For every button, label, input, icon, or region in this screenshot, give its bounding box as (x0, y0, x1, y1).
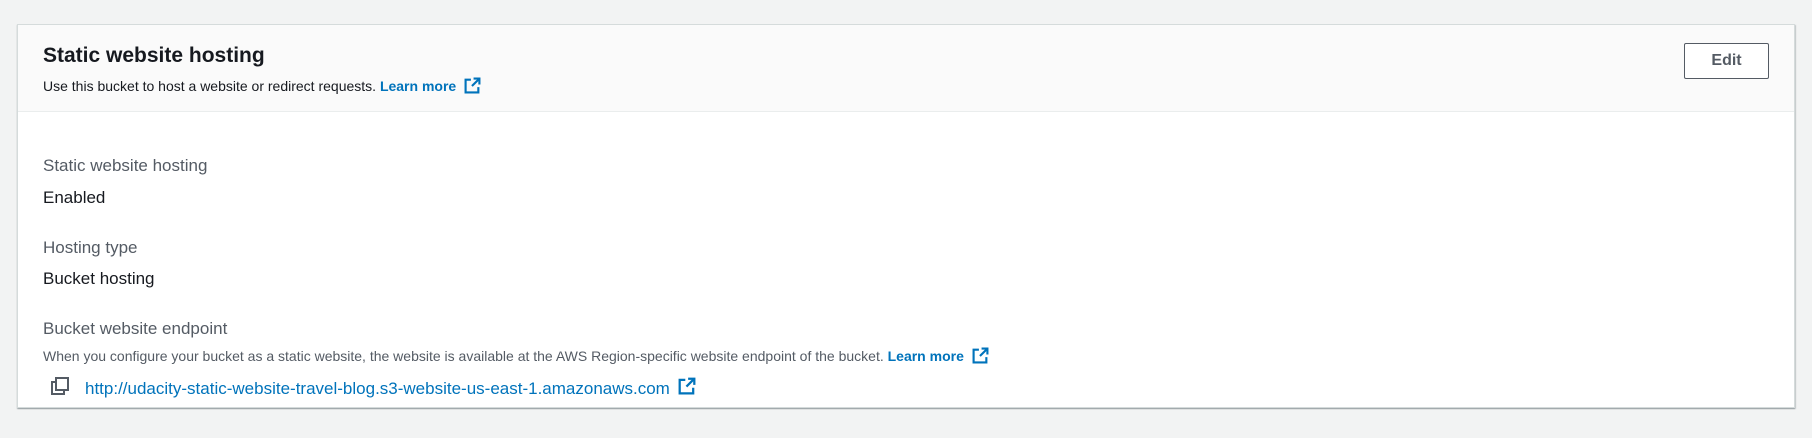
hosting-label: Static website hosting (43, 156, 208, 175)
hosting-type-label: Hosting type (43, 238, 138, 257)
hosting-value: Enabled (43, 188, 106, 207)
panel-header: Static website hosting Use this bucket t… (18, 25, 1794, 112)
endpoint-url-link[interactable]: http://udacity-static-website-travel-blo… (85, 379, 670, 399)
endpoint-label: Bucket website endpoint (43, 319, 228, 338)
endpoint-learn-more-link[interactable]: Learn more (888, 348, 964, 364)
endpoint-row: http://udacity-static-website-travel-blo… (51, 377, 696, 400)
external-link-icon[interactable] (464, 77, 481, 97)
panel-description: Use this bucket to host a website or red… (43, 77, 481, 97)
external-link-icon[interactable] (972, 347, 989, 367)
external-link-icon[interactable] (678, 377, 696, 400)
hosting-type-value: Bucket hosting (43, 269, 155, 288)
panel-title: Static website hosting (43, 44, 265, 67)
endpoint-description: When you configure your bucket as a stat… (43, 347, 989, 367)
panel-description-text: Use this bucket to host a website or red… (43, 78, 377, 94)
static-website-hosting-panel: Static website hosting Use this bucket t… (17, 24, 1795, 408)
edit-button[interactable]: Edit (1684, 43, 1769, 79)
endpoint-description-text: When you configure your bucket as a stat… (43, 348, 884, 364)
learn-more-link[interactable]: Learn more (380, 78, 456, 94)
panel-body: Static website hosting Enabled Hosting t… (43, 111, 1769, 407)
copy-icon[interactable] (51, 377, 69, 400)
